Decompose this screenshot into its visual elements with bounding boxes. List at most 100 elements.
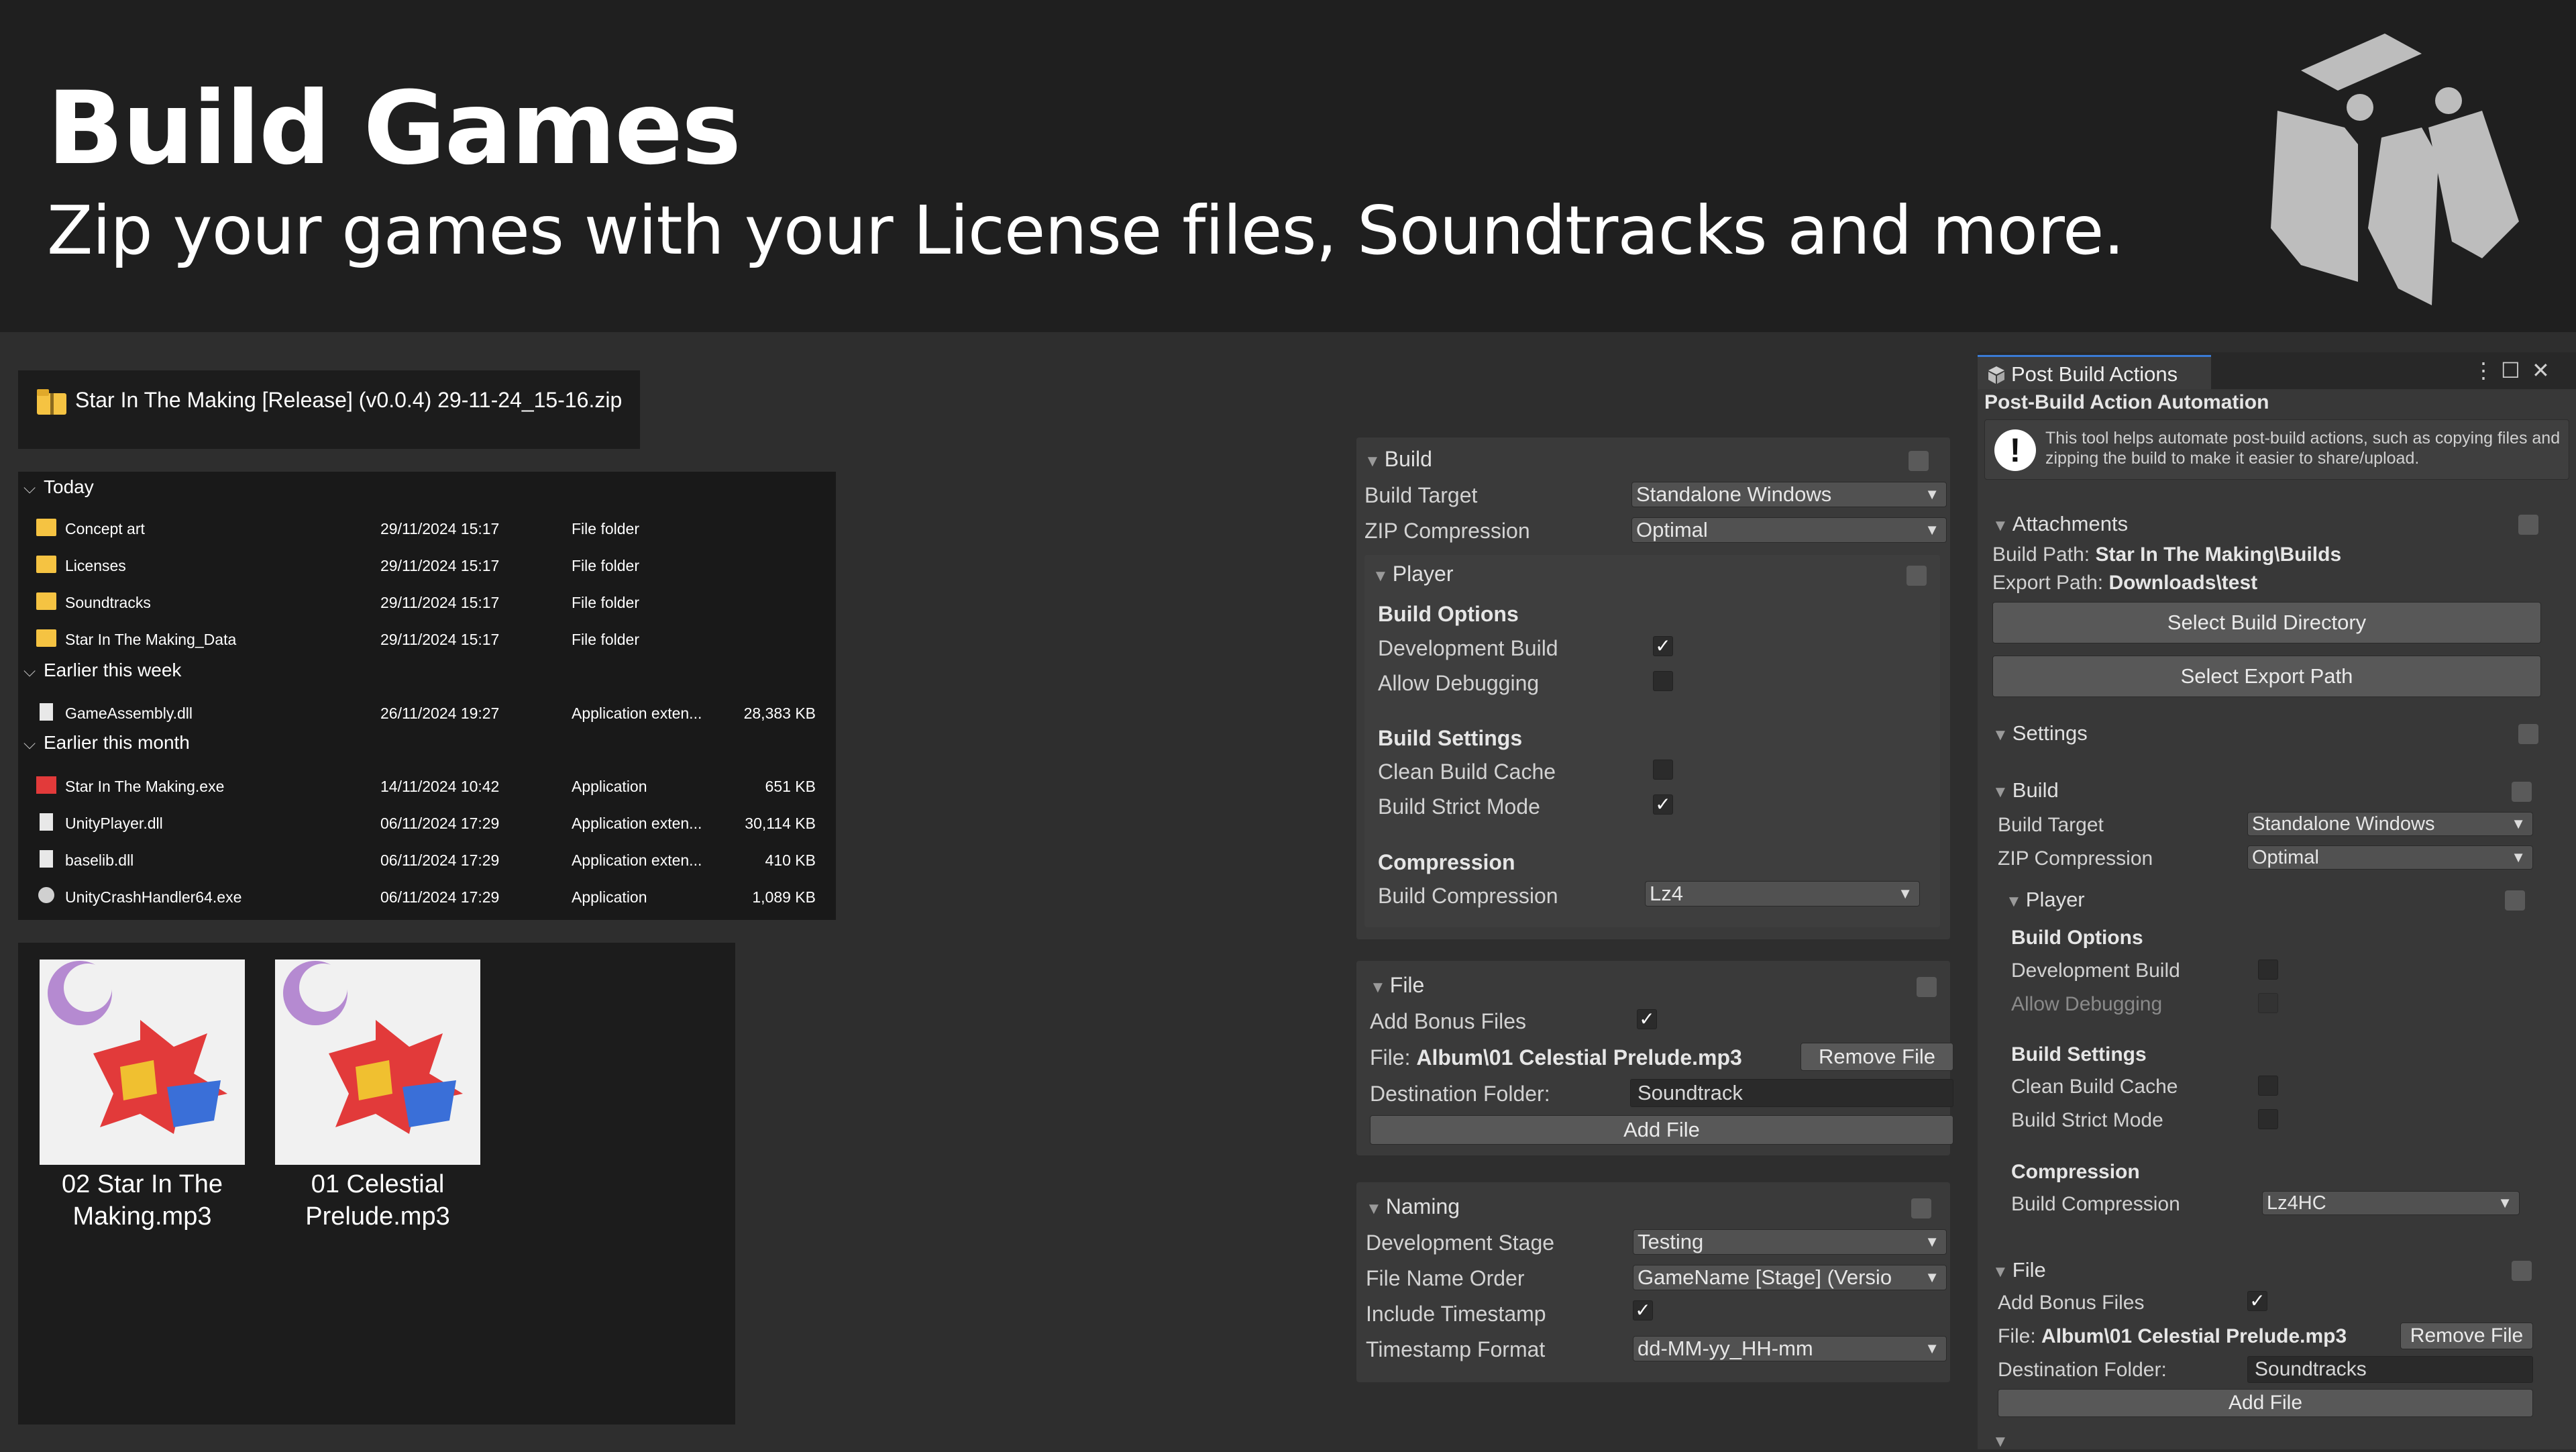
section-menu-icon[interactable] bbox=[2518, 515, 2538, 535]
include-timestamp-checkbox[interactable]: ✓ bbox=[1633, 1300, 1653, 1320]
soundtracks-folder-view: 02 Star In The Making.mp3 01 Celestial P… bbox=[18, 943, 735, 1424]
clean-build-cache-label: Clean Build Cache bbox=[1378, 760, 1556, 784]
file-path-prefix: File: bbox=[1370, 1045, 1411, 1070]
destination-folder-input[interactable]: Soundtracks bbox=[2247, 1356, 2533, 1383]
zip-compression-dropdown[interactable]: Optimal ▼ bbox=[2247, 845, 2533, 870]
file-name: UnityPlayer.dll bbox=[65, 815, 163, 832]
group-header-this-week[interactable]: ⌵ Earlier this week bbox=[23, 660, 181, 693]
file-size: 30,114 KB bbox=[745, 815, 816, 832]
naming-foldout[interactable]: ▼ Naming bbox=[1366, 1194, 1460, 1219]
allow-debugging-checkbox[interactable] bbox=[1653, 671, 1673, 691]
file-size: 410 KB bbox=[765, 851, 816, 869]
unity-exe-icon bbox=[38, 887, 54, 903]
section-menu-icon[interactable] bbox=[2512, 1261, 2532, 1281]
brand-logo-icon bbox=[2271, 34, 2519, 305]
development-stage-label: Development Stage bbox=[1366, 1231, 1555, 1255]
list-item[interactable]: UnityPlayer.dll 06/11/2024 17:29 Applica… bbox=[18, 805, 836, 840]
list-item[interactable]: UnityCrashHandler64.exe 06/11/2024 17:29… bbox=[18, 879, 836, 914]
build-target-dropdown[interactable]: Standalone Windows ▼ bbox=[1631, 482, 1947, 507]
foldout-label: Build bbox=[1384, 447, 1432, 471]
dropdown-value: Testing bbox=[1638, 1230, 1704, 1253]
zip-compression-dropdown[interactable]: Optimal ▼ bbox=[1631, 517, 1947, 543]
build-compression-dropdown[interactable]: Lz4 ▼ bbox=[1645, 881, 1920, 906]
build-foldout[interactable]: ▼ Build bbox=[1992, 778, 2059, 802]
maximize-icon[interactable]: ☐ bbox=[2501, 358, 2520, 383]
group-header-this-month[interactable]: ⌵ Earlier this month bbox=[23, 732, 190, 766]
build-foldout[interactable]: ▼ Build bbox=[1364, 447, 1432, 472]
foldout-label: Player bbox=[1392, 562, 1454, 586]
player-foldout[interactable]: ▼ Player bbox=[2006, 888, 2085, 912]
caption-line: Prelude.mp3 bbox=[305, 1202, 450, 1231]
close-icon[interactable]: ✕ bbox=[2532, 358, 2550, 383]
build-compression-dropdown[interactable]: Lz4HC ▼ bbox=[2262, 1191, 2520, 1215]
development-stage-dropdown[interactable]: Testing ▼ bbox=[1633, 1229, 1947, 1255]
dropdown-arrow-icon: ▼ bbox=[1925, 1340, 1939, 1357]
select-export-path-button[interactable]: Select Export Path bbox=[1992, 656, 2541, 697]
file-foldout[interactable]: ▼ File bbox=[1370, 973, 1424, 998]
foldout-triangle-icon: ▼ bbox=[1366, 1200, 1382, 1218]
export-path-value: Downloads\test bbox=[2108, 572, 2258, 594]
soundtrack-file[interactable]: 02 Star In The Making.mp3 bbox=[40, 960, 245, 1233]
list-item[interactable]: Soundtracks 29/11/2024 15:17 File folder bbox=[18, 584, 836, 619]
list-item[interactable]: Licenses 29/11/2024 15:17 File folder bbox=[18, 548, 836, 582]
timestamp-format-dropdown[interactable]: dd-MM-yy_HH-mm ▼ bbox=[1633, 1336, 1947, 1361]
list-item[interactable]: GameAssembly.dll 26/11/2024 19:27 Applic… bbox=[18, 695, 836, 730]
development-build-checkbox[interactable] bbox=[2258, 960, 2278, 980]
section-menu-icon[interactable] bbox=[2512, 782, 2532, 802]
list-item[interactable]: Star In The Making.exe 14/11/2024 10:42 … bbox=[18, 768, 836, 803]
build-target-dropdown[interactable]: Standalone Windows ▼ bbox=[2247, 812, 2533, 836]
list-item[interactable]: baselib.dll 06/11/2024 17:29 Application… bbox=[18, 842, 836, 877]
settings-foldout[interactable]: ▼ Settings bbox=[1992, 721, 2088, 745]
select-build-directory-button[interactable]: Select Build Directory bbox=[1992, 602, 2541, 643]
file-foldout[interactable]: ▼ File bbox=[1992, 1258, 2046, 1282]
file-type: File folder bbox=[572, 631, 639, 648]
section-menu-icon[interactable] bbox=[1907, 566, 1927, 586]
hero-title: Build Games bbox=[47, 70, 741, 187]
file-type: Application bbox=[572, 888, 647, 906]
section-menu-icon[interactable] bbox=[1917, 977, 1937, 997]
info-text: This tool helps automate post-build acti… bbox=[2045, 429, 2561, 468]
post-build-actions-window: Post Build Actions ⋮ ☐ ✕ Post-Build Acti… bbox=[1978, 352, 2576, 1452]
tab-post-build-actions[interactable]: Post Build Actions bbox=[1978, 355, 2211, 389]
destination-folder-input[interactable]: Soundtrack bbox=[1630, 1079, 1953, 1107]
add-file-button[interactable]: Add File bbox=[1370, 1115, 1953, 1145]
build-path-value: Star In The Making\Builds bbox=[2095, 543, 2342, 566]
list-item[interactable]: Concept art 29/11/2024 15:17 File folder bbox=[18, 511, 836, 546]
group-header-today[interactable]: ⌵ Today bbox=[23, 476, 94, 510]
section-menu-icon[interactable] bbox=[2505, 890, 2525, 911]
file-date: 14/11/2024 10:42 bbox=[380, 778, 500, 795]
file-date: 29/11/2024 15:17 bbox=[380, 631, 500, 648]
build-options-title: Build Options bbox=[2011, 927, 2143, 949]
foldout-triangle-icon: ▼ bbox=[2006, 892, 2022, 911]
add-bonus-files-checkbox[interactable]: ✓ bbox=[2247, 1291, 2267, 1311]
file-name-order-dropdown[interactable]: GameName [Stage] (Versio ▼ bbox=[1633, 1265, 1947, 1290]
folder-icon bbox=[36, 519, 56, 536]
build-target-label: Build Target bbox=[1998, 814, 2104, 836]
file-date: 06/11/2024 17:29 bbox=[380, 888, 500, 906]
remove-file-button[interactable]: Remove File bbox=[2400, 1323, 2533, 1349]
clean-build-cache-checkbox[interactable] bbox=[2258, 1076, 2278, 1096]
naming-foldout-partial[interactable]: ▼ bbox=[1992, 1428, 2012, 1452]
soundtrack-file[interactable]: 01 Celestial Prelude.mp3 bbox=[275, 960, 480, 1233]
file-name: Star In The Making.exe bbox=[65, 778, 225, 795]
section-menu-icon[interactable] bbox=[1909, 451, 1929, 471]
development-build-checkbox[interactable]: ✓ bbox=[1653, 636, 1673, 656]
add-bonus-files-checkbox[interactable]: ✓ bbox=[1637, 1009, 1657, 1029]
more-options-icon[interactable]: ⋮ bbox=[2473, 358, 2494, 383]
album-art-thumbnail bbox=[40, 960, 245, 1165]
file-caption: 02 Star In The Making.mp3 bbox=[40, 1168, 245, 1233]
build-strict-mode-checkbox[interactable] bbox=[2258, 1109, 2278, 1129]
list-item[interactable]: Star In The Making_Data 29/11/2024 15:17… bbox=[18, 621, 836, 656]
player-foldout[interactable]: ▼ Player bbox=[1373, 562, 1453, 586]
clean-build-cache-checkbox[interactable] bbox=[1653, 760, 1673, 780]
allow-debugging-checkbox[interactable] bbox=[2258, 993, 2278, 1013]
section-menu-icon[interactable] bbox=[1911, 1198, 1931, 1218]
build-strict-mode-checkbox[interactable]: ✓ bbox=[1653, 794, 1673, 815]
window-tab-bar: Post Build Actions ⋮ ☐ ✕ bbox=[1978, 352, 2576, 389]
build-compression-label: Build Compression bbox=[2011, 1193, 2180, 1215]
remove-file-button[interactable]: Remove File bbox=[1801, 1043, 1953, 1071]
section-menu-icon[interactable] bbox=[2518, 724, 2538, 744]
destination-folder-label: Destination Folder: bbox=[1370, 1082, 1550, 1106]
add-file-button[interactable]: Add File bbox=[1998, 1389, 2533, 1417]
attachments-foldout[interactable]: ▼ Attachments bbox=[1992, 512, 2128, 536]
